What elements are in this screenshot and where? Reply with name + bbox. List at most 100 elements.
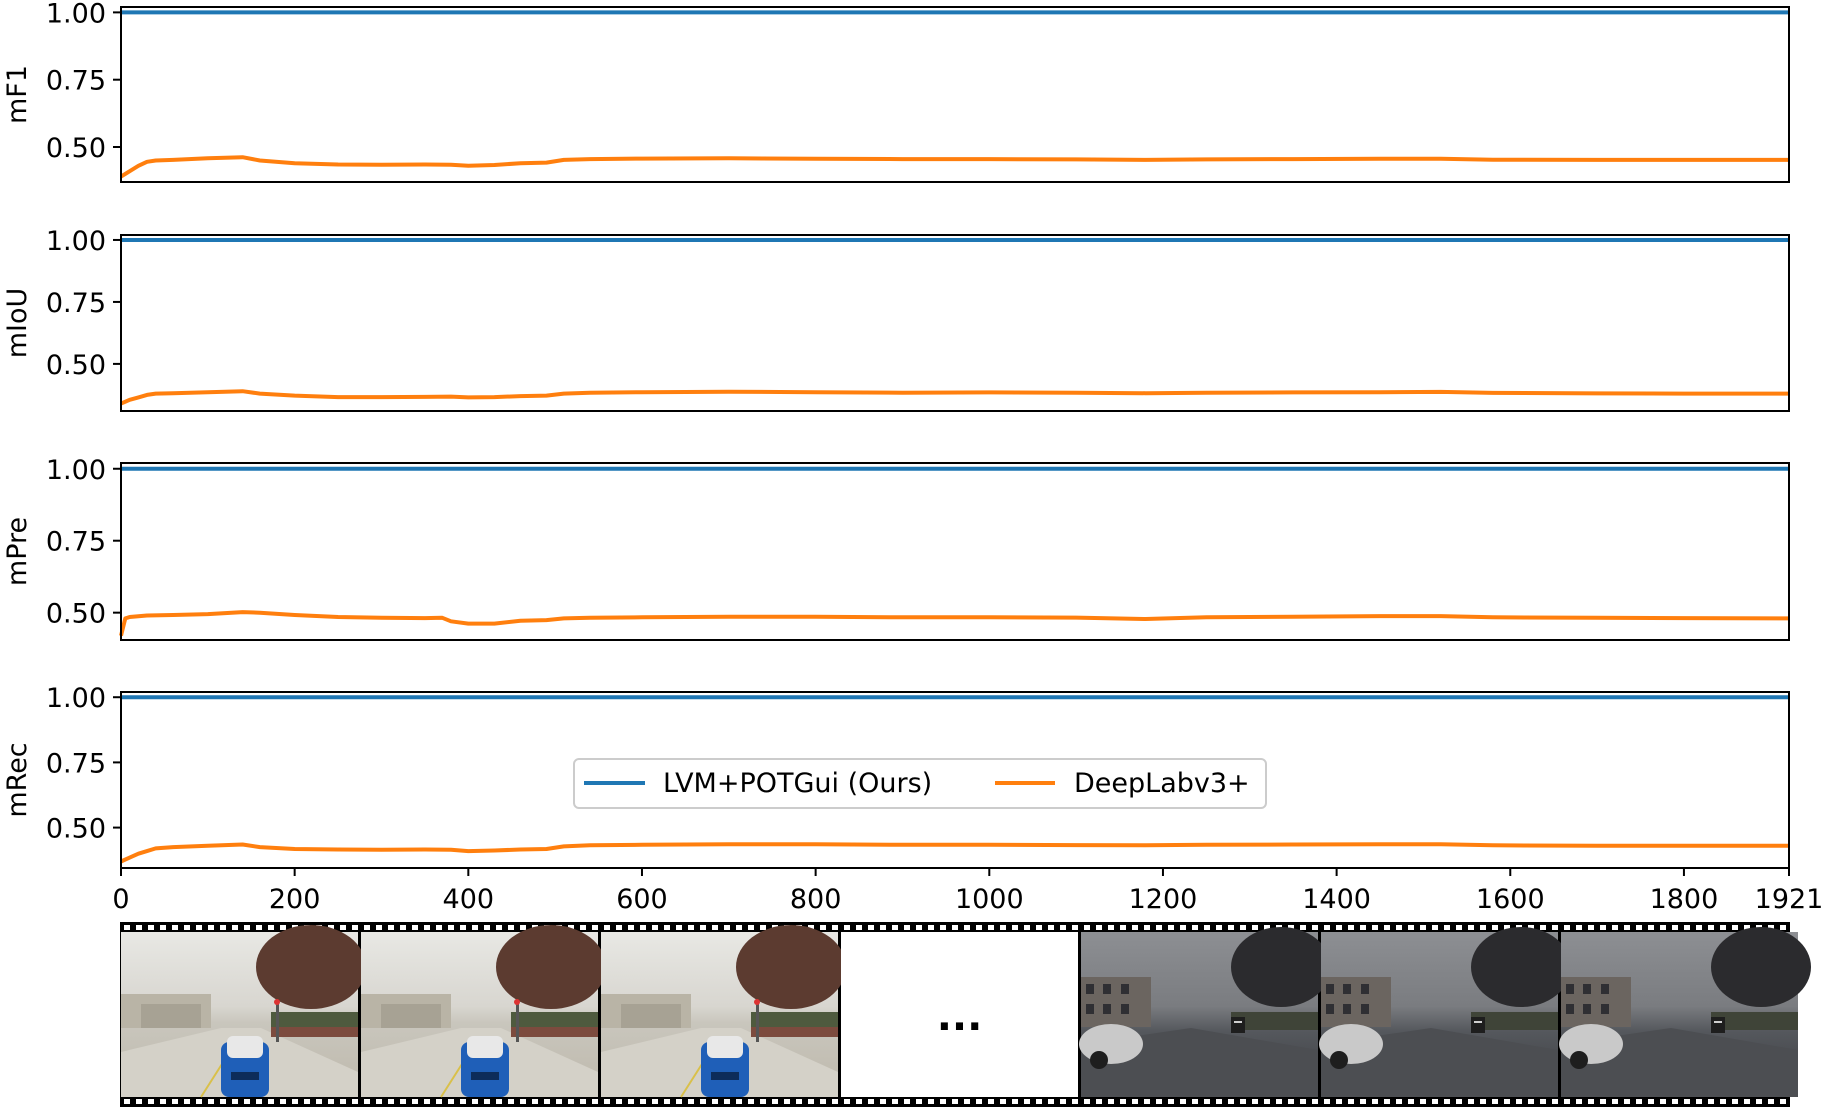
sprocket-hole bbox=[1600, 1099, 1606, 1104]
sprocket-hole bbox=[1300, 925, 1306, 930]
sprocket-hole bbox=[1132, 1099, 1138, 1104]
sprocket-hole bbox=[160, 925, 166, 930]
x-tick-label: 1400 bbox=[1302, 884, 1371, 915]
sprocket-hole bbox=[1612, 1099, 1618, 1104]
sprocket-hole bbox=[1120, 1099, 1126, 1104]
sprocket-hole bbox=[1312, 1099, 1318, 1104]
sprocket-hole bbox=[472, 1099, 478, 1104]
y-tick-label: 0.75 bbox=[46, 527, 106, 558]
sprocket-hole bbox=[988, 925, 994, 930]
sprocket-hole bbox=[868, 925, 874, 930]
sprocket-hole bbox=[148, 925, 154, 930]
sprocket-hole bbox=[1012, 1099, 1018, 1104]
sprocket-hole bbox=[1072, 925, 1078, 930]
sprocket-hole bbox=[1024, 1099, 1030, 1104]
sprocket-hole bbox=[124, 1099, 130, 1104]
sprocket-hole bbox=[1552, 925, 1558, 930]
sprocket-hole bbox=[1180, 1099, 1186, 1104]
sprocket-hole bbox=[220, 1099, 226, 1104]
sprocket-hole bbox=[184, 1099, 190, 1104]
sprocket-hole bbox=[448, 925, 454, 930]
sprocket-hole bbox=[472, 925, 478, 930]
sprocket-hole bbox=[1204, 925, 1210, 930]
sprocket-hole bbox=[1612, 925, 1618, 930]
axes-frame bbox=[120, 6, 1790, 183]
sprocket-hole bbox=[940, 925, 946, 930]
sprocket-hole bbox=[1048, 925, 1054, 930]
sprocket-hole bbox=[760, 925, 766, 930]
series-line-deeplabv3plus bbox=[120, 389, 1789, 406]
frame-rainy-weather bbox=[1079, 927, 1331, 1097]
sprocket-hole bbox=[892, 1099, 898, 1104]
sprocket-hole bbox=[1516, 1099, 1522, 1104]
sprocket-hole bbox=[376, 925, 382, 930]
sprocket-hole bbox=[184, 925, 190, 930]
axes-frame bbox=[120, 234, 1790, 412]
sprocket-hole bbox=[364, 1099, 370, 1104]
legend-label: DeepLabv3+ bbox=[1074, 768, 1250, 799]
sprocket-hole bbox=[1672, 925, 1678, 930]
sprocket-hole bbox=[616, 925, 622, 930]
sprocket-hole bbox=[1108, 925, 1114, 930]
sprocket-hole bbox=[1300, 1099, 1306, 1104]
sprocket-hole bbox=[1732, 925, 1738, 930]
sprocket-hole bbox=[676, 1099, 682, 1104]
sprocket-hole bbox=[1348, 925, 1354, 930]
sprocket-hole bbox=[1444, 1099, 1450, 1104]
sprocket-hole bbox=[748, 925, 754, 930]
sprocket-hole bbox=[772, 1099, 778, 1104]
sprocket-hole bbox=[268, 1099, 274, 1104]
sprocket-hole bbox=[592, 1099, 598, 1104]
sprocket-hole bbox=[856, 1099, 862, 1104]
sprocket-hole bbox=[1660, 925, 1666, 930]
sprocket-hole bbox=[280, 925, 286, 930]
sprocket-hole bbox=[892, 925, 898, 930]
sprocket-hole bbox=[292, 1099, 298, 1104]
sprocket-hole bbox=[532, 1099, 538, 1104]
sprocket-hole bbox=[1540, 1099, 1546, 1104]
sprocket-hole bbox=[904, 925, 910, 930]
sprocket-hole bbox=[916, 925, 922, 930]
sprocket-hole bbox=[400, 925, 406, 930]
sprocket-hole bbox=[220, 925, 226, 930]
sprocket-hole bbox=[1312, 925, 1318, 930]
sprocket-hole bbox=[388, 1099, 394, 1104]
sprocket-hole bbox=[364, 925, 370, 930]
panel-miou: 0.50 0.75 1.00 mIoU bbox=[2, 226, 1790, 412]
sprocket-hole bbox=[1708, 1099, 1714, 1104]
sprocket-hole bbox=[1696, 925, 1702, 930]
sprocket-hole bbox=[1456, 925, 1462, 930]
sprocket-hole bbox=[1240, 925, 1246, 930]
sprocket-hole bbox=[964, 925, 970, 930]
sprocket-hole bbox=[268, 925, 274, 930]
sprocket-hole bbox=[1216, 925, 1222, 930]
sprocket-hole bbox=[1180, 925, 1186, 930]
sprocket-hole bbox=[1720, 925, 1726, 930]
sprocket-hole bbox=[484, 925, 490, 930]
sprocket-hole bbox=[1060, 1099, 1066, 1104]
sprocket-hole bbox=[1492, 1099, 1498, 1104]
sprocket-hole bbox=[496, 1099, 502, 1104]
sprocket-hole bbox=[1096, 1099, 1102, 1104]
sprocket-hole bbox=[1480, 1099, 1486, 1104]
legend-label: LVM+POTGui (Ours) bbox=[663, 768, 932, 799]
sprocket-hole bbox=[712, 925, 718, 930]
x-tick-label: 1800 bbox=[1650, 884, 1719, 915]
sprocket-hole bbox=[700, 1099, 706, 1104]
sprocket-hole bbox=[1588, 1099, 1594, 1104]
sprocket-hole bbox=[256, 1099, 262, 1104]
sprocket-hole bbox=[436, 925, 442, 930]
sprocket-hole bbox=[808, 1099, 814, 1104]
sprocket-hole bbox=[1744, 1099, 1750, 1104]
sprocket-hole bbox=[124, 925, 130, 930]
sprocket-hole bbox=[1204, 1099, 1210, 1104]
sprocket-hole bbox=[1324, 1099, 1330, 1104]
sprocket-hole bbox=[952, 1099, 958, 1104]
sprocket-hole bbox=[700, 925, 706, 930]
sprocket-hole bbox=[1012, 925, 1018, 930]
sprocket-hole bbox=[664, 1099, 670, 1104]
x-tick-label: 800 bbox=[790, 884, 842, 915]
sprocket-hole bbox=[388, 925, 394, 930]
sprocket-hole bbox=[1000, 925, 1006, 930]
sprocket-hole bbox=[580, 1099, 586, 1104]
